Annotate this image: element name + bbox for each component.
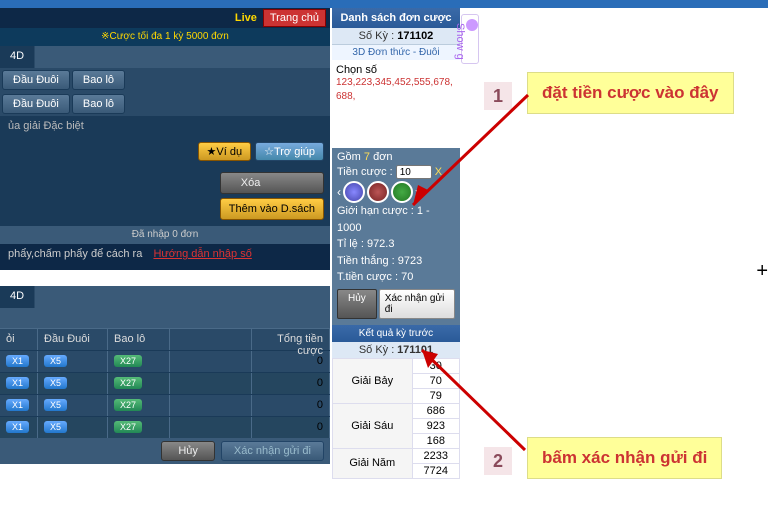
stake-input[interactable]	[396, 165, 432, 179]
limit-text: ※Cược tối đa 1 kỳ 5000 đơn	[0, 28, 330, 46]
chat-icon	[466, 19, 478, 31]
bet-row: X1 X5 X27 0	[0, 350, 330, 372]
cancel-button[interactable]: Hủy	[161, 441, 215, 461]
entered-status: Đã nhập 0 đơn	[0, 226, 330, 244]
multiplier-badge[interactable]: X27	[114, 399, 142, 411]
chip-prev-icon[interactable]: ‹	[337, 185, 341, 199]
count-text: Gồm 7 đơn	[337, 151, 455, 163]
multiplier-badge[interactable]: X1	[6, 377, 29, 389]
confirm-send-button[interactable]: Xác nhận gửi đi	[221, 441, 324, 461]
multiplier-badge[interactable]: X5	[44, 399, 67, 411]
betslip-confirm-button[interactable]: Xác nhận gửi đi	[379, 289, 455, 319]
multiplier-badge[interactable]: X1	[6, 399, 29, 411]
chosen-numbers: 123,223,345,452,555,678,688,	[336, 76, 456, 104]
col-bao-lo: Bao lô	[108, 329, 170, 350]
choose-label: Chọn số	[336, 64, 456, 76]
multiplier-badge[interactable]: X1	[6, 355, 29, 367]
subtab-bao-lo[interactable]: Bao lô	[72, 70, 125, 90]
multiplier-badge[interactable]: X27	[114, 355, 142, 367]
live-label: Live	[235, 12, 257, 24]
annotation-1: đặt tiền cược vào đây	[527, 72, 734, 114]
chip-next-icon[interactable]: ›	[415, 185, 419, 199]
example-button[interactable]: ★Ví dụ	[198, 142, 252, 161]
annotation-number-1: 1	[484, 82, 512, 110]
clear-button[interactable]: Xóa	[220, 172, 324, 194]
show-panel-tab[interactable]: Show g	[461, 14, 479, 64]
bet-row: X1 X5 X27 0	[0, 416, 330, 438]
bet-win: Tiền thắng : 9723	[337, 253, 455, 270]
subtab-dau-duoi-2[interactable]: Đầu Đuôi	[2, 94, 70, 114]
bet-range: Giới hạn cược : 1 - 1000	[337, 203, 455, 236]
annotation-number-2: 2	[484, 447, 512, 475]
chip-10[interactable]	[343, 181, 365, 203]
help-button[interactable]: ☆Trợ giúp	[255, 142, 324, 161]
annotation-2: bấm xác nhận gửi đi	[527, 437, 722, 479]
chip-100[interactable]	[367, 181, 389, 203]
clear-stake-icon[interactable]: X	[435, 166, 442, 178]
col-blank2	[170, 329, 252, 350]
hint-text: phẩy,chấm phẩy để cách ra	[8, 248, 142, 260]
stake-label: Tiền cược :	[337, 166, 393, 178]
multiplier-badge[interactable]: X27	[114, 421, 142, 433]
bet-row: X1 X5 X27 0	[0, 372, 330, 394]
col-total: Tổng tiền cược	[252, 329, 330, 350]
subtab-dau-duoi[interactable]: Đầu Đuôi	[2, 70, 70, 90]
bet-ratio: Tỉ lệ : 972.3	[337, 236, 455, 253]
betslip-title: Danh sách đơn cược	[332, 8, 460, 28]
col-dau-duoi: Đầu Đuôi	[38, 329, 108, 350]
multiplier-badge[interactable]: X1	[6, 421, 29, 433]
prev-results-title: Kết quả kỳ trước	[332, 325, 460, 342]
cursor-icon: +	[756, 260, 768, 283]
chip-500[interactable]	[391, 181, 413, 203]
subtab-bao-lo-2[interactable]: Bao lô	[72, 94, 125, 114]
number-input-area[interactable]: ★Ví dụ ☆Trợ giúp Xóa Thêm vào D.sách	[0, 136, 330, 226]
bet-type: 3D Đơn thức - Đuôi	[332, 45, 460, 60]
multiplier-badge[interactable]: X5	[44, 377, 67, 389]
col-blank: ỏi	[0, 329, 38, 350]
input-guide-link[interactable]: Hướng dẫn nhập số	[153, 248, 251, 260]
bet-total: T.tiền cược : 70	[337, 269, 455, 286]
section-special-label: ủa giải Đặc biệt	[0, 116, 330, 136]
home-button[interactable]: Trang chủ	[263, 9, 326, 27]
period-label: Số Kỳ : 171102	[332, 28, 460, 45]
prev-period: Số Kỳ : 171101	[332, 342, 460, 358]
betslip-cancel-button[interactable]: Hủy	[337, 289, 377, 319]
tab-4d[interactable]: 4D	[0, 46, 35, 68]
multiplier-badge[interactable]: X27	[114, 377, 142, 389]
multiplier-badge[interactable]: X5	[44, 421, 67, 433]
add-to-list-button[interactable]: Thêm vào D.sách	[220, 198, 324, 220]
betlist-tab-4d[interactable]: 4D	[0, 286, 35, 308]
multiplier-badge[interactable]: X5	[44, 355, 67, 367]
bet-row: X1 X5 X27 0	[0, 394, 330, 416]
results-table: Giải Bảy30 70 79 Giải Sáu686 923 168 Giả…	[332, 358, 460, 479]
